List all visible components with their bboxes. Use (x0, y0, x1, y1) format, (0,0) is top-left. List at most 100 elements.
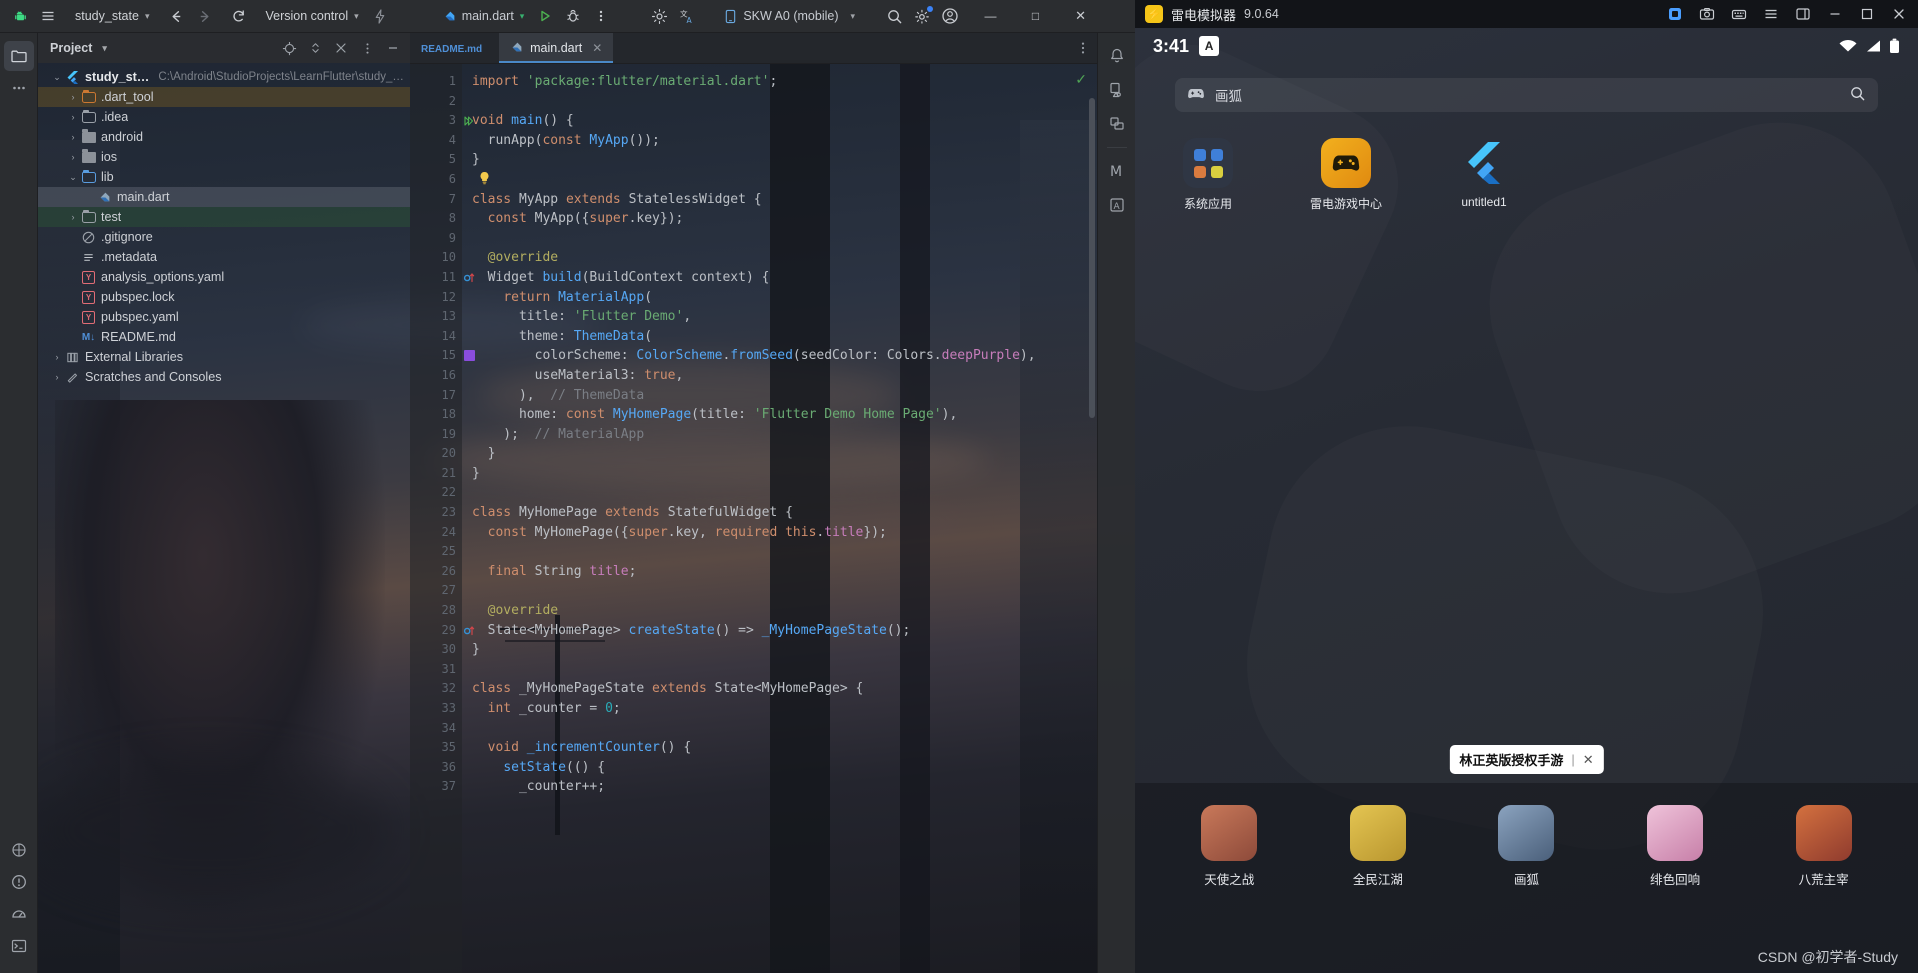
account-avatar-icon[interactable] (936, 3, 964, 29)
line-number[interactable]: 27 (410, 581, 462, 601)
code-line[interactable]: void main() { (462, 111, 1097, 131)
line-number[interactable]: 31 (410, 660, 462, 680)
line-number[interactable]: 5 (410, 150, 462, 170)
project-selector[interactable]: study_state ▾ (68, 3, 156, 29)
code-line[interactable]: int _counter = 0; (462, 699, 1097, 719)
menu-icon[interactable] (1756, 0, 1786, 28)
code-line[interactable]: } (462, 150, 1097, 170)
code-line[interactable]: @override (462, 248, 1097, 268)
line-number[interactable]: 28 (410, 601, 462, 621)
line-number[interactable]: 3 (410, 111, 474, 131)
line-number[interactable]: 19 (410, 425, 462, 445)
editor-tab-main-dart[interactable]: main.dart ✕ (499, 33, 614, 63)
chevron-right-icon[interactable]: › (66, 152, 80, 162)
lightning-icon[interactable] (366, 3, 394, 29)
line-number[interactable]: 36 (410, 758, 462, 778)
code-line[interactable]: const MyHomePage({super.key, required th… (462, 523, 1097, 543)
tree-item-scratches-and-consoles[interactable]: › Scratches and Consoles (38, 367, 410, 387)
project-folder-icon[interactable] (3, 41, 34, 71)
chevron-right-icon[interactable]: › (66, 132, 80, 142)
line-number[interactable]: 21 (410, 464, 462, 484)
collapse-all-icon[interactable] (330, 37, 352, 59)
code-line[interactable]: Widget build(BuildContext context) { (462, 268, 1097, 288)
screenshot-icon[interactable] (1692, 0, 1722, 28)
code-line[interactable]: return MaterialApp( (462, 288, 1097, 308)
code-line[interactable]: } (462, 444, 1097, 464)
code-line[interactable]: title: 'Flutter Demo', (462, 307, 1097, 327)
gemini-icon[interactable]: M (1102, 156, 1132, 186)
line-number[interactable]: 29 (410, 621, 474, 641)
code-line[interactable]: void _incrementCounter() { (462, 738, 1097, 758)
settings-gear-icon[interactable] (645, 3, 673, 29)
game-item-0[interactable]: 天使之战 (1184, 805, 1274, 888)
tree-item-pubspec-yaml[interactable]: Ypubspec.yaml (38, 307, 410, 327)
line-number[interactable]: 10 (410, 248, 462, 268)
terminal-icon[interactable] (4, 931, 34, 961)
code-line[interactable]: @override (462, 601, 1097, 621)
line-number[interactable]: 22 (410, 483, 462, 503)
line-number[interactable]: 1 (410, 72, 462, 92)
debug-button[interactable] (559, 3, 587, 29)
tree-item--dart-tool[interactable]: › .dart_tool (38, 87, 410, 107)
tree-item-readme-md[interactable]: M↓ README.md (38, 327, 410, 347)
expand-collapse-icon[interactable] (304, 37, 326, 59)
search-icon[interactable] (880, 3, 908, 29)
source-code-text[interactable]: import 'package:flutter/material.dart'; v… (462, 64, 1097, 973)
sync-gradle-button[interactable] (224, 3, 252, 29)
tree-item-android[interactable]: › android (38, 127, 410, 147)
code-line[interactable]: useMaterial3: true, (462, 366, 1097, 386)
code-line[interactable]: final String title; (462, 562, 1097, 582)
translate-icon[interactable]: 文A (673, 3, 701, 29)
line-number[interactable]: 6 (410, 170, 462, 190)
promo-banner[interactable]: 林正英版授权手游 | ✕ (1449, 745, 1604, 774)
line-number[interactable]: 32 (410, 679, 462, 699)
line-number[interactable]: 12 (410, 288, 462, 308)
game-item-3[interactable]: 绯色回响 (1630, 805, 1720, 888)
chevron-right-icon[interactable]: › (66, 212, 80, 222)
problems-icon[interactable] (4, 867, 34, 897)
code-line[interactable] (462, 660, 1097, 680)
code-line[interactable]: runApp(const MyApp()); (462, 131, 1097, 151)
code-line[interactable]: colorScheme: ColorScheme.fromSeed(seedCo… (462, 346, 1097, 366)
chevron-right-icon[interactable]: › (66, 112, 80, 122)
translate-panel-icon[interactable]: A (1102, 190, 1132, 220)
more-run-options-icon[interactable] (587, 3, 615, 29)
emulator-close-button[interactable] (1884, 0, 1914, 28)
tree-item-test[interactable]: › test (38, 207, 410, 227)
run-configuration-selector[interactable]: main.dart ▾ (436, 3, 532, 29)
minimize-icon[interactable] (382, 37, 404, 59)
app-item-untitled1[interactable]: untitled1 (1445, 138, 1523, 212)
tree-item--idea[interactable]: › .idea (38, 107, 410, 127)
project-panel-title[interactable]: Project (50, 41, 92, 55)
code-line[interactable] (462, 542, 1097, 562)
line-number[interactable]: 7 (410, 190, 462, 210)
tree-item--gitignore[interactable]: .gitignore (38, 227, 410, 247)
code-viewport[interactable]: 1 2 3 4 5 6 7 8 9 10 11 12 13 14 15 16 17 18 19 20 21 22 23 24 2… (410, 64, 1097, 973)
line-number[interactable]: 24 (410, 523, 462, 543)
navigate-forward-button[interactable] (190, 3, 218, 29)
game-item-2[interactable]: 画狐 (1481, 805, 1571, 888)
structure-icon[interactable] (4, 835, 34, 865)
navigate-back-button[interactable] (162, 3, 190, 29)
locate-icon[interactable] (278, 37, 300, 59)
line-number[interactable]: 9 (410, 229, 462, 249)
line-number[interactable]: 15 (410, 346, 475, 366)
tree-item-pubspec-lock[interactable]: Ypubspec.lock (38, 287, 410, 307)
line-number[interactable]: 30 (410, 640, 462, 660)
line-number[interactable]: 25 (410, 542, 462, 562)
line-number[interactable]: 2 (410, 92, 462, 112)
chevron-right-icon[interactable]: › (66, 92, 80, 102)
line-number[interactable]: 26 (410, 562, 462, 582)
code-line[interactable] (462, 581, 1097, 601)
code-line[interactable] (462, 170, 1097, 190)
line-number[interactable]: 20 (410, 444, 462, 464)
device-selector[interactable]: SKW A0 (mobile) ▾ (715, 6, 864, 27)
code-line[interactable] (462, 719, 1097, 739)
line-number[interactable]: 11 (410, 268, 474, 288)
code-line[interactable]: setState(() { (462, 758, 1097, 778)
notifications-bell-icon[interactable] (1102, 41, 1132, 71)
code-line[interactable]: } (462, 464, 1097, 484)
code-line[interactable]: ), // ThemeData (462, 386, 1097, 406)
line-number[interactable]: 13 (410, 307, 462, 327)
tree-item--metadata[interactable]: .metadata (38, 247, 410, 267)
